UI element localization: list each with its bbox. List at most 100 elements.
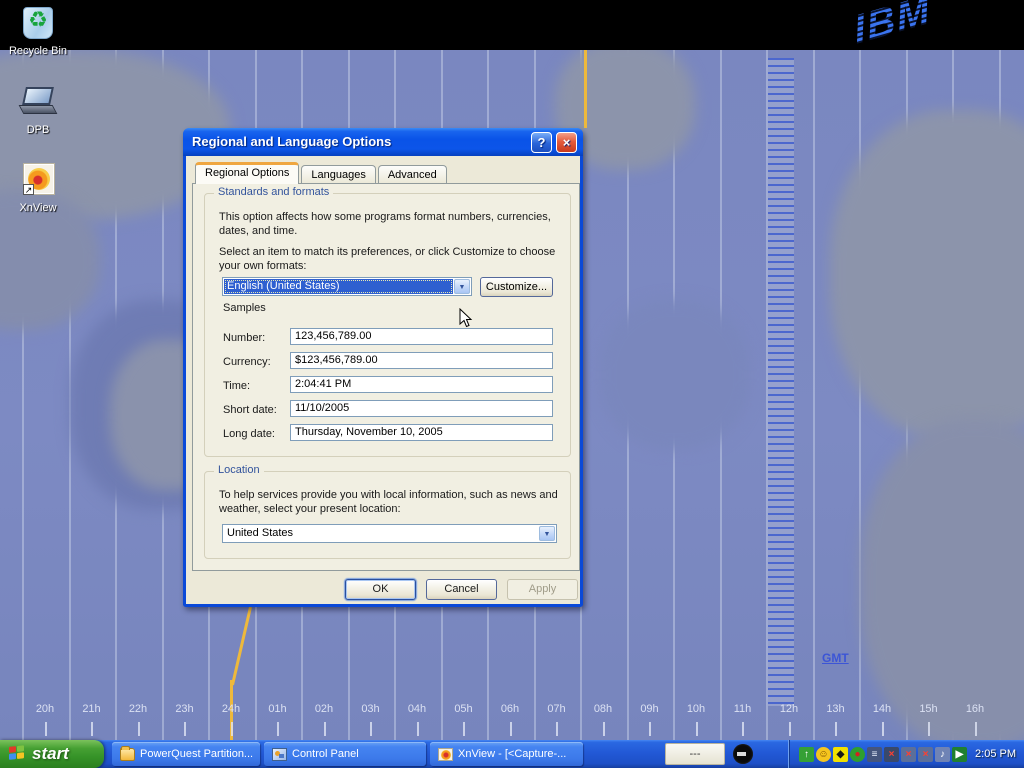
- groupbox-title: Location: [214, 464, 264, 476]
- location-description: To help services provide you with local …: [219, 488, 567, 516]
- desktop: GMT 20h21h22h23h24h01h02h03h04h05h06h07h…: [0, 0, 1024, 768]
- timezone-label: 10h: [673, 703, 719, 715]
- antivirus-diamond-icon[interactable]: ◆: [833, 747, 848, 762]
- desktop-icon-xnview[interactable]: ↗ XnView: [0, 162, 76, 216]
- xnview-icon: [438, 748, 453, 761]
- timezone-label: 02h: [301, 703, 347, 715]
- timezone-label: 11h: [720, 703, 766, 715]
- short-date-sample-field[interactable]: 11/10/2005: [290, 400, 553, 417]
- location-combobox[interactable]: United States ▼: [222, 524, 557, 543]
- timezone-tick: [91, 722, 93, 736]
- dialog-titlebar[interactable]: Regional and Language Options ? ×: [183, 128, 583, 156]
- cancel-button[interactable]: Cancel: [426, 579, 497, 600]
- gmt-meridian-band: [768, 58, 794, 706]
- remote-network-error-icon[interactable]: ×: [918, 747, 933, 762]
- timezone-tick: [138, 722, 140, 736]
- standards-and-formats-group: Standards and formats This option affect…: [204, 193, 571, 457]
- taskbar-clock[interactable]: 2:05 PM: [975, 748, 1016, 760]
- apply-button[interactable]: Apply: [507, 579, 578, 600]
- timezone-tick: [882, 722, 884, 736]
- timezone-label: 14h: [859, 703, 905, 715]
- safely-remove-hardware-icon[interactable]: ↑: [799, 747, 814, 762]
- windows-logo-icon: [9, 745, 25, 762]
- timezone-tick: [231, 722, 233, 736]
- dialog-title: Regional and Language Options: [192, 134, 391, 149]
- control-panel-icon: [272, 748, 287, 761]
- timezone-label: 22h: [115, 703, 161, 715]
- sample-row-label: Short date:: [223, 403, 277, 417]
- timezone-label: 03h: [348, 703, 394, 715]
- timezone-tick: [370, 722, 372, 736]
- currency-sample-field[interactable]: $123,456,789.00: [290, 352, 553, 369]
- timezone-label: 15h: [906, 703, 952, 715]
- select-hint-text: Select an item to match its preferences,…: [219, 245, 564, 273]
- recycle-bin-icon: ♻: [19, 5, 57, 41]
- taskbar-button-control-panel[interactable]: Control Panel: [264, 742, 426, 766]
- wireless-error-icon[interactable]: ×: [884, 747, 899, 762]
- ibm-logo: IBM: [851, 0, 934, 54]
- desktop-icon-label: DPB: [27, 124, 50, 136]
- long-date-sample-field[interactable]: Thursday, November 10, 2005: [290, 424, 553, 441]
- ok-button[interactable]: OK: [345, 579, 416, 600]
- laptop-icon: [19, 84, 57, 120]
- tab-regional-options[interactable]: Regional Options: [195, 162, 299, 184]
- folder-icon: [120, 748, 135, 761]
- timezone-line: [859, 50, 861, 740]
- desktop-icon-label: Recycle Bin: [9, 45, 67, 57]
- time-marker-line: [584, 50, 587, 128]
- map-landmass: [600, 300, 750, 450]
- volume-icon[interactable]: ♪: [935, 747, 950, 762]
- customize-button[interactable]: Customize...: [480, 277, 553, 297]
- taskbar-button-xnview[interactable]: XnView - [<Capture-...: [430, 742, 583, 766]
- sample-row-label: Number:: [223, 331, 265, 345]
- help-button[interactable]: ?: [531, 132, 552, 153]
- timezone-tick: [510, 722, 512, 736]
- start-button[interactable]: start: [0, 740, 104, 768]
- taskbar-toolbar[interactable]: ---: [665, 743, 725, 765]
- tab-languages[interactable]: Languages: [301, 165, 375, 183]
- time-sample-field[interactable]: 2:04:41 PM: [290, 376, 553, 393]
- tab-advanced[interactable]: Advanced: [378, 165, 447, 183]
- regional-and-language-options-dialog: Regional and Language Options ? × Region…: [183, 128, 583, 607]
- timezone-tick: [928, 722, 930, 736]
- format-combobox[interactable]: English (United States) ▼: [222, 277, 472, 296]
- network-device-icon[interactable]: ≡: [867, 747, 882, 762]
- timezone-label: 21h: [69, 703, 115, 715]
- plug-icon[interactable]: [733, 744, 753, 764]
- timezone-tick: [649, 722, 651, 736]
- xnview-icon: ↗: [19, 162, 57, 198]
- time-marker-line: [231, 607, 252, 686]
- chevron-down-icon[interactable]: ▼: [454, 279, 470, 294]
- taskbar-button-powerquest[interactable]: PowerQuest Partition...: [112, 742, 260, 766]
- status-dots-icon[interactable]: ●: [850, 747, 865, 762]
- location-combobox-value: United States: [224, 526, 538, 541]
- map-landmass: [830, 110, 1024, 440]
- timezone-label: 13h: [813, 703, 859, 715]
- map-landmass: [860, 420, 1024, 740]
- timezone-label: 20h: [22, 703, 68, 715]
- timezone-tick: [975, 722, 977, 736]
- language-bar-icon[interactable]: ▶: [952, 747, 967, 762]
- groupbox-title: Standards and formats: [214, 186, 333, 198]
- timezone-label: 09h: [627, 703, 673, 715]
- desktop-icon-dpb[interactable]: DPB: [0, 84, 76, 138]
- number-sample-field[interactable]: 123,456,789.00: [290, 328, 553, 345]
- timezone-label: 06h: [487, 703, 533, 715]
- regional-options-tabpage: Standards and formats This option affect…: [192, 183, 580, 571]
- close-button[interactable]: ×: [556, 132, 577, 153]
- timezone-tick: [184, 722, 186, 736]
- taskbar: start PowerQuest Partition... Control Pa…: [0, 740, 1024, 768]
- timezone-label: 01h: [255, 703, 301, 715]
- network-error-icon[interactable]: ×: [901, 747, 916, 762]
- timezone-label: 04h: [394, 703, 440, 715]
- support-headset-icon[interactable]: ☺: [816, 747, 831, 762]
- desktop-icon-recycle-bin[interactable]: ♻ Recycle Bin: [0, 5, 76, 59]
- timezone-label: 16h: [952, 703, 998, 715]
- location-group: Location To help services provide you wi…: [204, 471, 571, 559]
- timezone-label: 07h: [534, 703, 580, 715]
- timezone-tick: [463, 722, 465, 736]
- timezone-label: 08h: [580, 703, 626, 715]
- chevron-down-icon[interactable]: ▼: [539, 526, 555, 541]
- timezone-tick: [556, 722, 558, 736]
- gmt-label: GMT: [822, 651, 849, 665]
